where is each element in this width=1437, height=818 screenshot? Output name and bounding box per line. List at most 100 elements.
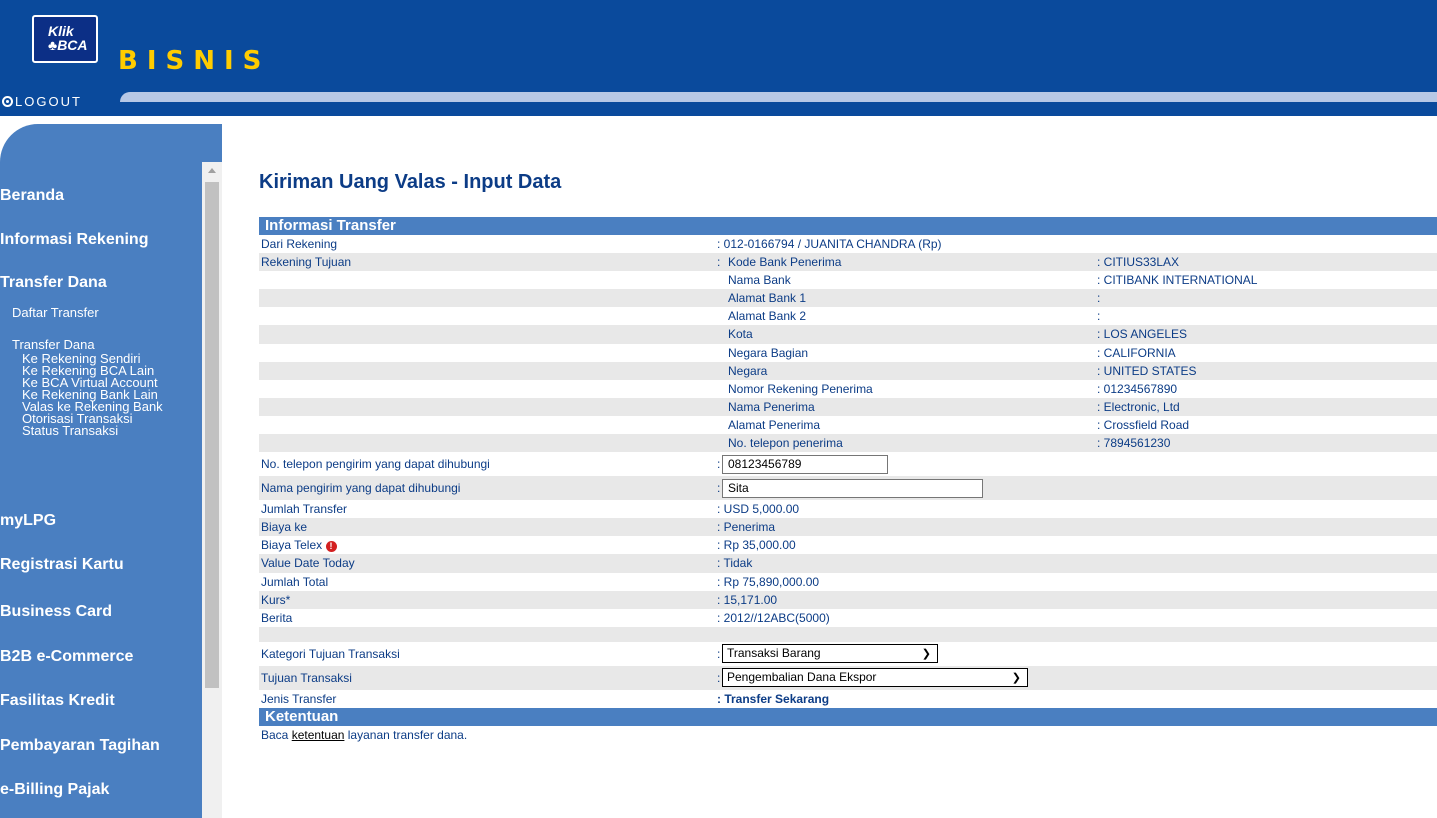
sidebar-item-business-card[interactable]: Business Card (0, 603, 112, 621)
dest-value: : 7894561230 (1097, 436, 1171, 451)
tujuan-transaksi-select[interactable]: Pengembalian Dana Ekspor ❯ (722, 667, 1028, 687)
logout-button[interactable]: LOGOUT (2, 94, 82, 109)
sidebar-nav: Beranda Informasi Rekening Transfer Dana… (0, 162, 202, 818)
header-bar-highlight (120, 92, 1437, 102)
dest-row: Nama Penerima : Electronic, Ltd (259, 397, 1437, 416)
label-tujuan-transaksi: Tujuan Transaksi (261, 670, 352, 685)
chevron-down-icon: ❯ (921, 647, 931, 660)
info-icon[interactable]: ! (325, 541, 337, 553)
kategori-tujuan-selected: Transaksi Barang (727, 645, 821, 660)
power-icon (2, 96, 13, 107)
dest-row: Nomor Rekening Penerima : 01234567890 (259, 380, 1437, 398)
dest-value: : (1097, 291, 1101, 306)
sidebar-item-beranda[interactable]: Beranda (0, 187, 64, 205)
detail-label: Biaya Telex (261, 538, 323, 553)
dest-label: Alamat Bank 2 (728, 309, 807, 324)
row-kurs: Kurs* : 15,171.00 (259, 590, 1437, 609)
sidebar-item-registrasi-kartu[interactable]: Registrasi Kartu (0, 556, 124, 574)
row-dari-rekening: Dari Rekening : 012-0166794 / JUANITA CH… (259, 235, 1437, 253)
sidebar: Beranda Informasi Rekening Transfer Dana… (0, 162, 222, 818)
label-jenis-transfer: Jenis Transfer (261, 691, 337, 706)
label-rekening-tujuan: Rekening Tujuan (261, 255, 352, 270)
scroll-up-arrow-icon[interactable] (208, 168, 216, 173)
row-sender-phone: No. telepon pengirim yang dapat dihubung… (259, 452, 1437, 476)
brand-name: BISNIS (118, 46, 271, 76)
dest-row: Alamat Bank 1 : (259, 289, 1437, 308)
section-header-ketentuan: Ketentuan (259, 707, 1437, 726)
dest-label: Alamat Bank 1 (728, 291, 807, 306)
row-jumlah-transfer: Jumlah Transfer : USD 5,000.00 (259, 500, 1437, 518)
sender-phone-input[interactable]: 08123456789 (722, 455, 888, 475)
sidebar-item-transfer-dana[interactable]: Transfer Dana (0, 274, 107, 292)
sidebar-item-pembayaran-tagihan[interactable]: Pembayaran Tagihan (0, 737, 160, 755)
dest-label: Kode Bank Penerima (728, 255, 842, 270)
row-tujuan-transaksi: Tujuan Transaksi : Pengembalian Dana Eks… (259, 665, 1437, 690)
row-sender-name: Nama pengirim yang dapat dihubungi : Sit… (259, 476, 1437, 501)
dest-row: Alamat Penerima : Crossfield Road (259, 416, 1437, 434)
detail-value: : Tidak (717, 556, 753, 571)
app-root: Klik ♣BCA BISNIS LOGOUT Beranda Informas… (0, 0, 1437, 818)
spacer (0, 116, 1437, 124)
label-dari-rekening: Dari Rekening (261, 237, 338, 251)
dest-row: Negara Bagian : CALIFORNIA (259, 344, 1437, 362)
kategori-tujuan-select[interactable]: Transaksi Barang ❯ (722, 643, 938, 663)
colon: : (717, 255, 721, 270)
detail-value: : USD 5,000.00 (717, 502, 800, 517)
sidebar-item-fasilitas-kredit[interactable]: Fasilitas Kredit (0, 692, 115, 710)
detail-value: : Penerima (717, 520, 776, 535)
detail-label-with-icon: Biaya Telex ! (261, 536, 337, 554)
logo-line-2: ♣BCA (48, 37, 88, 53)
dest-row: No. telepon penerima : 7894561230 (259, 434, 1437, 453)
sidebar-scrollbar[interactable] (202, 162, 222, 818)
dest-value: : CALIFORNIA (1097, 345, 1176, 360)
logo-line-1: Klik (48, 23, 74, 39)
value-dari-rekening: : 012-0166794 / JUANITA CHANDRA (Rp) (717, 237, 942, 251)
sidebar-item-daftar-transfer[interactable]: Daftar Transfer (12, 305, 99, 320)
section-header-informasi-transfer: Informasi Transfer (259, 217, 1437, 235)
detail-label: Biaya ke (261, 520, 308, 535)
sidebar-item-b2b-ecommerce[interactable]: B2B e-Commerce (0, 648, 133, 666)
colon: : (717, 670, 721, 685)
dest-row: Negara : UNITED STATES (259, 361, 1437, 380)
value-jenis-transfer: : Transfer Sekarang (717, 691, 830, 706)
label-kategori-tujuan: Kategori Tujuan Transaksi (261, 646, 400, 661)
row-berita: Berita : 2012//12ABC(5000) (259, 609, 1437, 627)
klikbca-logo[interactable]: Klik ♣BCA (32, 15, 98, 63)
sender-name-input[interactable]: Sita (722, 479, 983, 499)
transfer-form: Informasi Transfer Dari Rekening : 012-0… (259, 217, 1437, 744)
dest-label: Nama Penerima (728, 399, 815, 414)
detail-value: : 15,171.00 (717, 592, 778, 607)
dest-label: Nomor Rekening Penerima (728, 381, 873, 396)
tujuan-transaksi-selected: Pengembalian Dana Ekspor (727, 669, 877, 684)
label-sender-phone: No. telepon pengirim yang dapat dihubung… (261, 457, 490, 472)
dest-label: Nama Bank (728, 273, 791, 288)
colon: : (717, 481, 721, 496)
detail-value: : 2012//12ABC(5000) (717, 610, 830, 625)
dest-value: : CITIUS33LAX (1097, 255, 1180, 270)
row-biaya-telex: Biaya Telex ! : Rp 35,000.00 (259, 536, 1437, 554)
row-jenis-transfer: Jenis Transfer : Transfer Sekarang (259, 690, 1437, 708)
dest-label: Alamat Penerima (728, 417, 821, 432)
scroll-thumb[interactable] (205, 182, 219, 688)
dest-label: Negara (728, 363, 768, 378)
sidebar-item-status-transaksi[interactable]: Status Transaksi (22, 424, 118, 437)
detail-label: Kurs* (261, 592, 291, 607)
row-rekening-tujuan: Rekening Tujuan : Kode Bank Penerima : C… (259, 253, 1437, 272)
row-kategori-tujuan: Kategori Tujuan Transaksi : Transaksi Ba… (259, 642, 1437, 666)
dest-value: : LOS ANGELES (1097, 327, 1188, 342)
colon: : (717, 646, 721, 661)
sidebar-top-curve (0, 124, 222, 162)
sidebar-item-informasi-rekening[interactable]: Informasi Rekening (0, 231, 148, 249)
detail-label: Berita (261, 610, 293, 625)
sidebar-item-transfer-dana-sub[interactable]: Transfer Dana (12, 337, 95, 352)
sidebar-item-e-billing-pajak[interactable]: e-Billing Pajak (0, 781, 109, 799)
dest-label: Negara Bagian (728, 345, 809, 360)
dest-row: Alamat Bank 2 : (259, 307, 1437, 325)
sidebar-item-mylpg[interactable]: myLPG (0, 512, 56, 530)
ketentuan-link[interactable]: ketentuan (292, 728, 345, 742)
chevron-down-icon: ❯ (1011, 671, 1021, 684)
dest-value: : (1097, 309, 1101, 324)
row-value-date: Value Date Today : Tidak (259, 554, 1437, 573)
dest-label: Kota (728, 327, 753, 342)
dest-value: : CITIBANK INTERNATIONAL (1097, 273, 1258, 288)
